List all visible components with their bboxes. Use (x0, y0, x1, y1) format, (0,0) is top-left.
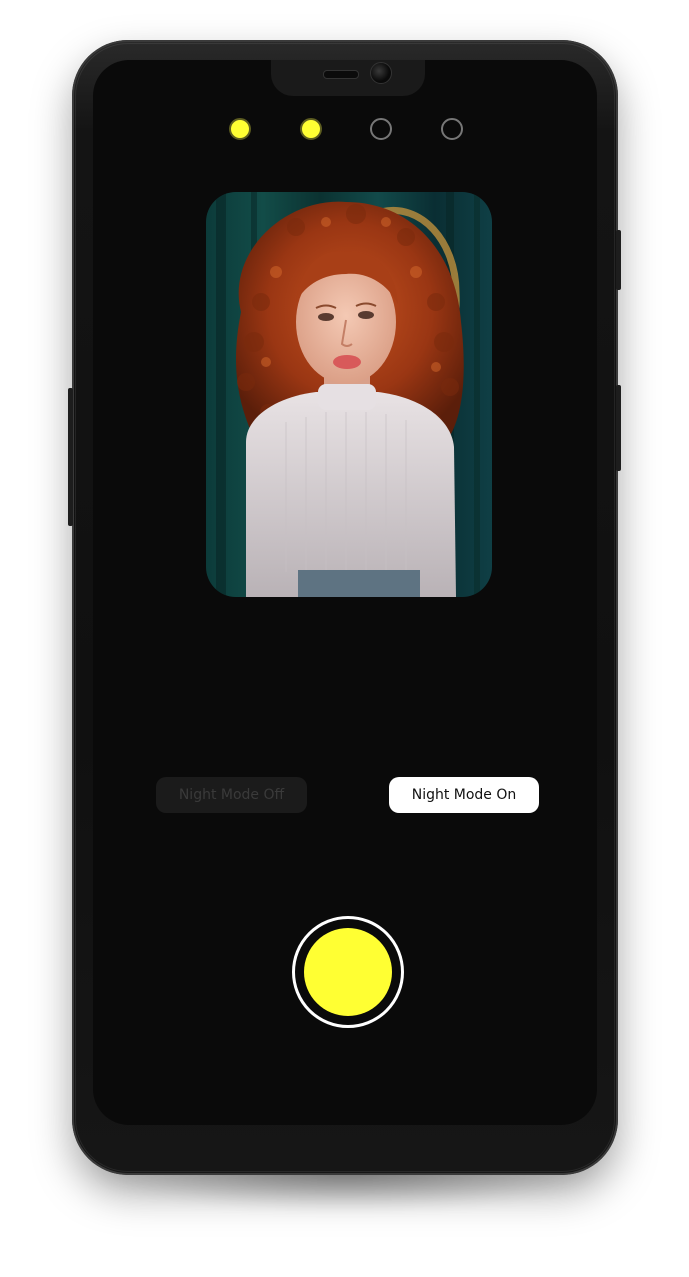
camera-screen: Night Mode Off Night Mode On (93, 60, 597, 1125)
side-button (616, 385, 621, 471)
portrait-image (206, 192, 492, 597)
shutter-button[interactable] (292, 916, 404, 1028)
notch (271, 60, 425, 96)
step-dot-1 (229, 118, 251, 140)
step-dot-3 (370, 118, 392, 140)
night-mode-off-button[interactable]: Night Mode Off (156, 777, 307, 813)
night-mode-on-button[interactable]: Night Mode On (389, 777, 539, 813)
power-button (616, 230, 621, 290)
step-indicator (93, 118, 597, 146)
mockup-stage: Night Mode Off Night Mode On (0, 0, 689, 1277)
camera-preview-photo (206, 192, 492, 597)
front-camera-icon (370, 62, 392, 84)
step-dot-4 (441, 118, 463, 140)
shutter-button-icon (304, 928, 392, 1016)
step-dot-2 (300, 118, 322, 140)
earpiece-speaker (323, 70, 359, 79)
volume-button (68, 388, 73, 526)
